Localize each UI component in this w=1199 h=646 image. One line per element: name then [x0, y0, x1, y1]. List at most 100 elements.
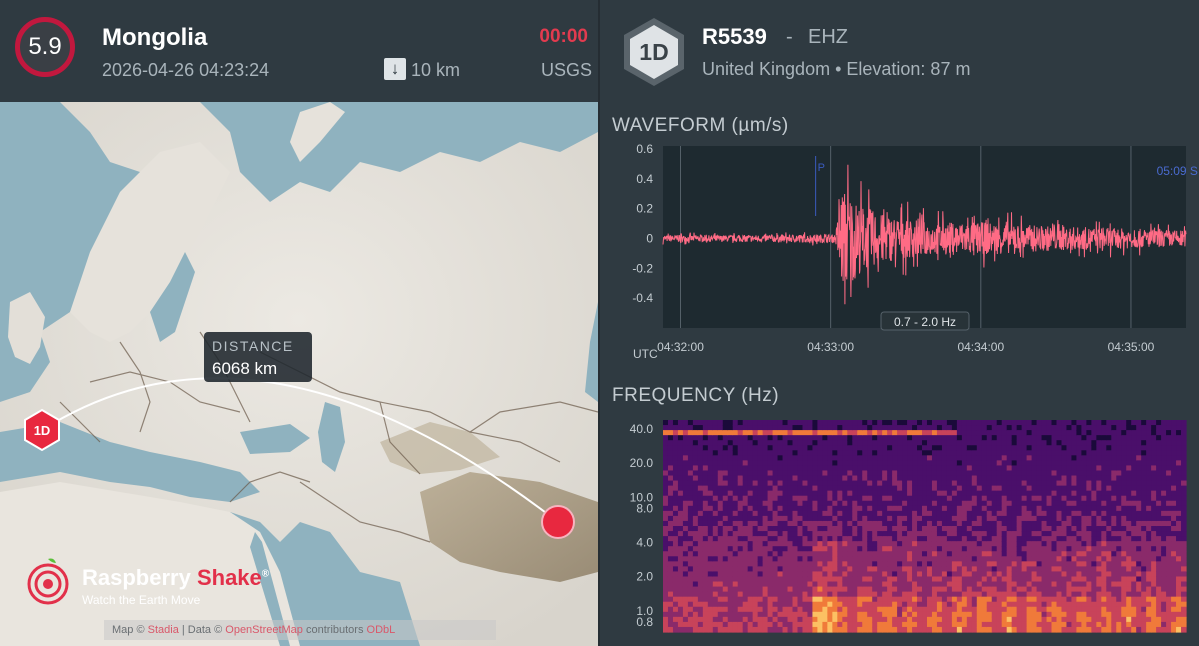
spectrogram-cell: [1061, 455, 1068, 461]
spectrogram-cell: [672, 510, 679, 517]
spectrogram-cell: [1106, 596, 1112, 603]
spectrogram-cell: [902, 571, 908, 578]
spectrogram-cell: [926, 440, 933, 446]
spectrogram-cell: [737, 551, 744, 557]
spectrogram-cell: [832, 571, 838, 578]
spectrogram-cell: [722, 616, 729, 623]
spectrogram-cell: [926, 616, 933, 623]
spectrogram-cell: [1076, 425, 1082, 431]
spectrogram-cell: [1061, 536, 1068, 542]
spectrogram-cell: [1036, 601, 1043, 608]
spectrogram-cell: [1181, 551, 1187, 557]
spectrogram-cell: [936, 596, 943, 603]
spectrogram-cell: [922, 551, 928, 557]
spectrogram-cell: [1176, 531, 1182, 537]
spectrogram-cell: [991, 435, 998, 441]
spectrogram-cell: [1091, 470, 1097, 477]
spectrogram-cell: [672, 480, 679, 487]
spectrogram-cell: [892, 490, 898, 497]
spectrogram-cell: [986, 445, 993, 451]
spectrogram-cell: [687, 561, 694, 567]
spectrogram-cell: [707, 465, 714, 472]
spectrogram-cell: [692, 576, 699, 583]
spectrogram-cell: [852, 455, 858, 461]
spectrogram-cell: [677, 551, 684, 557]
raspberry-shake-logo[interactable]: Raspberry Shake® Watch the Earth Move: [26, 555, 306, 615]
attr-data-link[interactable]: OpenStreetMap: [225, 624, 303, 636]
spectrogram-cell: [847, 606, 853, 613]
spectrogram-cell: [1046, 465, 1053, 472]
spectrogram-cell: [1136, 435, 1142, 441]
spectrogram-cell: [902, 515, 908, 522]
spectrogram-cell: [857, 591, 863, 598]
spectrogram-cell: [847, 470, 853, 477]
event-marker[interactable]: [541, 505, 575, 539]
spectrogram-cell: [722, 460, 729, 467]
spectrogram-cell: [767, 581, 774, 588]
spectrogram-cell: [1021, 495, 1028, 502]
spectrogram-cell: [976, 626, 983, 633]
spectrogram-cell: [663, 445, 669, 451]
spectrogram-cell: [996, 480, 1003, 487]
spectrogram-cell: [787, 485, 794, 492]
spectrogram-cell: [1081, 561, 1087, 567]
spectrogram-cell: [1176, 495, 1182, 502]
spectrogram-cell: [1141, 420, 1147, 426]
spectrogram-cell: [976, 420, 983, 426]
spectrogram-cell: [687, 606, 694, 613]
spectrogram-cell: [1016, 485, 1023, 492]
spectrogram-cell: [707, 445, 714, 451]
spectrogram-cell: [817, 566, 823, 573]
spectrogram-cell: [1011, 470, 1018, 477]
spectrogram-cell: [827, 621, 833, 628]
spectrogram-cell: [817, 611, 823, 618]
spectrogram-cell: [782, 495, 789, 502]
spectrogram-cell: [702, 420, 709, 426]
spectrogram-cell: [742, 460, 749, 467]
spectrogram-cell: [747, 556, 754, 562]
spectrogram-cell: [986, 500, 993, 507]
attr-license-link[interactable]: ODbL: [367, 624, 396, 636]
spectrogram-cell: [1026, 485, 1033, 492]
spectrogram-cell: [1086, 576, 1092, 583]
spectrogram-cell: [971, 526, 978, 532]
spectrogram-cell: [867, 450, 873, 456]
spectrogram-cell: [807, 621, 814, 628]
spectrogram-cell: [1136, 455, 1142, 461]
waveform-chart[interactable]: 0.60.40.20-0.2-0.4 04:32:00 04:33:00 04:34…: [600, 140, 1199, 365]
spectrogram-cell: [1021, 606, 1028, 613]
spectrogram-cell: [956, 495, 963, 502]
station-marker[interactable]: 1D: [24, 408, 60, 452]
spectrogram-cell: [807, 445, 814, 451]
spectrogram-cell: [817, 440, 823, 446]
spectrogram-cell: [837, 435, 843, 441]
spectrogram-cell: [981, 430, 988, 436]
spectrogram-cell: [941, 495, 948, 502]
spectrogram-cell: [772, 500, 779, 507]
spectrogram-cell: [707, 591, 714, 598]
spectrogram-cell: [1136, 536, 1142, 542]
spectrogram-cell: [807, 556, 814, 562]
spectrogram-cell: [812, 611, 819, 618]
spectrogram-cell: [1101, 586, 1107, 593]
spectrogram-cell: [966, 606, 973, 613]
spectrogram-cell: [1016, 546, 1023, 552]
spectrogram-cell: [862, 460, 868, 467]
spectrogram-cell: [782, 485, 789, 492]
spectrogram-cell: [1111, 606, 1117, 613]
event-header[interactable]: 5.9 Mongolia 2026-04-26 04:23:24 ↓ 10 km…: [0, 0, 598, 102]
spectrogram-cell: [1076, 551, 1082, 557]
spectrogram-cell: [822, 551, 828, 557]
spectrogram-cell: [1016, 435, 1023, 441]
spectrogram-cell: [712, 561, 719, 567]
attr-map-link[interactable]: Stadia: [148, 624, 179, 636]
spectrogram-cell: [667, 460, 674, 467]
spectrogram-chart[interactable]: 40.020.010.08.04.02.01.00.8: [600, 412, 1199, 644]
spectrogram-cell: [936, 515, 943, 522]
spectrogram-cell: [1141, 591, 1147, 598]
spectrogram-cell: [682, 541, 689, 547]
spectrogram-cell: [852, 586, 858, 593]
spectrogram-cell: [936, 626, 943, 633]
spectrogram-cell: [832, 475, 838, 482]
spectrogram-cell: [1051, 576, 1058, 583]
